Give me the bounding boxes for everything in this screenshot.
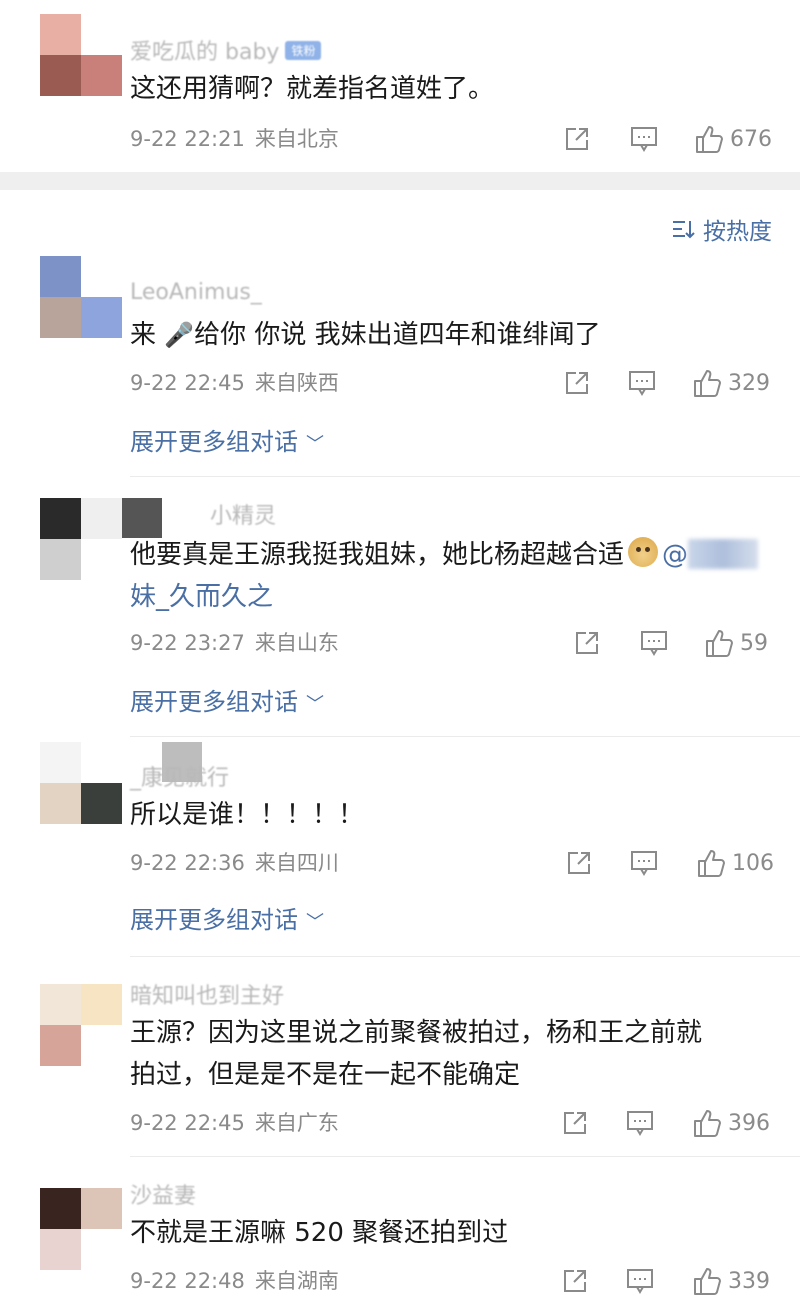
location: 来自湖南 xyxy=(254,1269,339,1293)
comment-button[interactable] xyxy=(640,626,668,660)
comment-text: 这还用猜啊？就差指名道姓了。 xyxy=(130,74,495,104)
sort-label: 按热度 xyxy=(703,219,772,245)
avatar[interactable] xyxy=(40,256,122,338)
comment-meta: 9-22 22:21 来自北京 676 xyxy=(130,122,772,156)
comment-meta: 9-22 23:27 来自山东 59 xyxy=(130,626,772,660)
divider xyxy=(130,1156,800,1157)
like-count: 396 xyxy=(728,1110,770,1136)
expand-thread-link[interactable]: 展开更多组对话 ﹀ xyxy=(130,900,324,935)
comment-meta: 9-22 22:36 来自四川 106 xyxy=(130,846,774,880)
repost-icon xyxy=(566,372,588,394)
microphone-emoji: 🎤 xyxy=(164,321,195,349)
username[interactable]: 爱吃瓜的 baby 铁粉 xyxy=(130,34,322,66)
avatar[interactable] xyxy=(40,498,122,580)
location: 来自山东 xyxy=(254,631,339,655)
like-icon xyxy=(694,1110,721,1137)
comment-icon xyxy=(631,127,657,152)
comment-button[interactable] xyxy=(626,1106,654,1140)
repost-button[interactable] xyxy=(562,1264,590,1298)
mention-link[interactable]: @ xyxy=(662,539,759,570)
location: 来自陕西 xyxy=(254,371,339,395)
chevron-down-icon: ﹀ xyxy=(306,912,324,933)
avatar[interactable] xyxy=(40,742,122,824)
like-count: 329 xyxy=(728,370,770,396)
timestamp: 9-22 22:36 xyxy=(130,851,245,875)
like-button[interactable]: 339 xyxy=(692,1264,770,1298)
chevron-down-icon: ﹀ xyxy=(306,694,324,715)
divider xyxy=(130,956,800,957)
avatar-pixel xyxy=(122,498,162,538)
location: 来自北京 xyxy=(254,127,339,151)
comment-text: 他要真是王源我挺我姐妹，她比杨超越合适 @ 妹_久而久之 xyxy=(130,534,770,618)
repost-icon xyxy=(566,128,588,150)
like-button[interactable]: 396 xyxy=(692,1106,770,1140)
comment-icon xyxy=(631,851,657,876)
like-count: 339 xyxy=(728,1268,770,1294)
comment-icon xyxy=(629,371,655,396)
like-icon xyxy=(696,126,723,153)
expand-thread-link[interactable]: 展开更多组对话 ﹀ xyxy=(130,422,324,457)
doge-emoji xyxy=(628,537,659,567)
like-button[interactable]: 106 xyxy=(696,846,774,880)
like-count: 106 xyxy=(732,850,774,876)
avatar[interactable] xyxy=(40,984,122,1066)
comment-text: 所以是谁！！！！！ xyxy=(130,800,365,830)
comment-button[interactable] xyxy=(626,1264,654,1298)
comment-icon xyxy=(641,631,667,656)
fan-badge: 铁粉 xyxy=(285,41,322,60)
repost-button[interactable] xyxy=(564,366,592,400)
like-count: 676 xyxy=(730,126,772,152)
comment-meta: 9-22 22:48 来自湖南 339 xyxy=(130,1264,772,1298)
avatar[interactable] xyxy=(40,1188,122,1270)
repost-button[interactable] xyxy=(574,626,602,660)
sort-by-hot-button[interactable]: 按热度 xyxy=(671,212,772,246)
repost-icon xyxy=(576,632,598,654)
expand-thread-link[interactable]: 展开更多组对话 ﹀ xyxy=(130,682,324,717)
like-icon xyxy=(694,1268,721,1295)
username[interactable]: _康见就行 xyxy=(130,760,229,792)
username[interactable]: LeoAnimus_ xyxy=(130,280,262,305)
timestamp: 9-22 23:27 xyxy=(130,631,245,655)
repost-button[interactable] xyxy=(566,846,594,880)
like-button[interactable]: 676 xyxy=(694,122,772,156)
repost-icon xyxy=(564,1112,586,1134)
timestamp: 9-22 22:45 xyxy=(130,1111,245,1135)
section-divider xyxy=(0,172,800,190)
comment-icon xyxy=(627,1269,653,1294)
divider xyxy=(130,736,800,737)
timestamp: 9-22 22:48 xyxy=(130,1269,245,1293)
timestamp: 9-22 22:21 xyxy=(130,127,245,151)
location: 来自四川 xyxy=(254,851,339,875)
username[interactable]: 沙益妻 xyxy=(130,1178,196,1210)
location: 来自广东 xyxy=(254,1111,339,1135)
comment-text: 王源？因为这里说之前聚餐被拍过，杨和王之前就 拍过，但是是不是在一起不能确定 xyxy=(130,1018,703,1090)
comment-text: 来 🎤给你 你说 我妹出道四年和谁绯闻了 xyxy=(130,314,770,356)
comment-text: 不就是王源嘛 520 聚餐还拍到过 xyxy=(130,1218,509,1248)
like-count: 59 xyxy=(740,630,768,656)
repost-icon xyxy=(568,852,590,874)
repost-button[interactable] xyxy=(562,1106,590,1140)
username[interactable]: 暗知叫也到主好 xyxy=(130,978,284,1010)
divider xyxy=(130,476,800,477)
like-icon xyxy=(706,630,733,657)
repost-icon xyxy=(564,1270,586,1292)
like-button[interactable]: 329 xyxy=(692,366,770,400)
chevron-down-icon: ﹀ xyxy=(306,434,324,455)
comment-meta: 9-22 22:45 来自广东 396 xyxy=(130,1106,772,1140)
like-icon xyxy=(694,370,721,397)
like-icon xyxy=(698,850,725,877)
comment-button[interactable] xyxy=(630,122,658,156)
sort-icon xyxy=(673,221,695,239)
comment-meta: 9-22 22:45 来自陕西 329 xyxy=(130,366,772,400)
like-button[interactable]: 59 xyxy=(704,626,768,660)
comment-button[interactable] xyxy=(628,366,656,400)
timestamp: 9-22 22:45 xyxy=(130,371,245,395)
comment-button[interactable] xyxy=(630,846,658,880)
repost-button[interactable] xyxy=(564,122,592,156)
avatar[interactable] xyxy=(40,14,122,96)
username[interactable]: 小精灵 xyxy=(210,498,276,530)
comment-icon xyxy=(627,1111,653,1136)
